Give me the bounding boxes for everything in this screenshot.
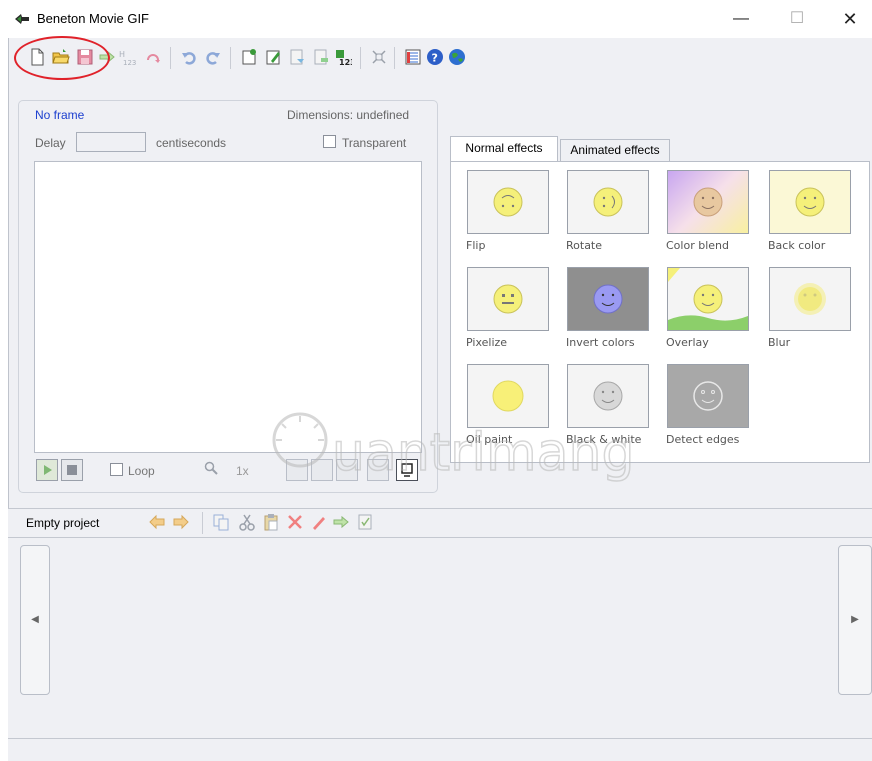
delay-unit-label: centiseconds <box>156 136 227 150</box>
zoom-label: 1x <box>236 464 249 478</box>
frames-strip <box>8 538 872 738</box>
effect-flip[interactable]: Flip <box>466 168 552 264</box>
scroll-left-button[interactable]: ◀ <box>20 545 50 695</box>
help-icon[interactable]: ? <box>426 48 444 66</box>
effect-label: Overlay <box>666 336 709 349</box>
maximize-button[interactable]: ☐ <box>774 2 820 36</box>
frame-dimensions: Dimensions: undefined <box>287 108 410 122</box>
edit-icon[interactable] <box>310 513 328 531</box>
reverse-icon[interactable] <box>144 48 162 66</box>
edit-frame-icon[interactable] <box>264 48 282 66</box>
import-frame-icon[interactable] <box>288 48 306 66</box>
play-icon <box>44 465 52 475</box>
status-bar <box>8 738 872 761</box>
export-frame-icon[interactable] <box>312 48 330 66</box>
loop-checkbox[interactable] <box>110 463 123 476</box>
close-button[interactable]: ✕ <box>827 2 872 36</box>
zoom-icon <box>204 461 218 475</box>
effect-label: Color blend <box>666 239 729 252</box>
app-logo-icon <box>15 14 29 24</box>
transparent-checkbox[interactable] <box>323 135 336 148</box>
window-title: Beneton Movie GIF <box>37 11 149 26</box>
effect-label: Rotate <box>566 239 603 252</box>
loop-label: Loop <box>128 464 155 478</box>
stop-button[interactable] <box>61 459 83 481</box>
effect-color-blend[interactable]: Color blend <box>666 168 752 264</box>
effect-label: Detect edges <box>666 433 740 446</box>
renumber-icon[interactable]: 123 <box>334 48 352 66</box>
project-label: Empty project <box>26 516 100 530</box>
effect-label: Pixelize <box>466 336 508 349</box>
properties-icon[interactable] <box>404 48 422 66</box>
frame-status: No frame <box>35 108 85 122</box>
export-frames-icon[interactable] <box>332 513 350 531</box>
effect-rotate[interactable]: Rotate <box>566 168 652 264</box>
numbered-frames-icon[interactable]: H 123 <box>118 48 136 66</box>
effect-back-color[interactable]: Back color <box>768 168 854 264</box>
effect-blur[interactable]: Blur <box>768 265 854 361</box>
delete-icon[interactable] <box>286 513 304 531</box>
highlight-ellipse <box>14 36 110 80</box>
copy-icon[interactable] <box>212 513 230 531</box>
move-right-icon[interactable] <box>172 513 190 531</box>
effect-invert-colors[interactable]: Invert colors <box>566 265 652 361</box>
resize-icon[interactable] <box>370 48 388 66</box>
watermark: uantrimang <box>272 412 635 484</box>
tab-normal-effects[interactable]: Normal effects <box>450 136 558 162</box>
new-frame-icon[interactable] <box>240 48 258 66</box>
effect-pixelize[interactable]: Pixelize <box>466 265 552 361</box>
paste-icon[interactable] <box>262 513 280 531</box>
svg-text:123: 123 <box>339 58 352 66</box>
watermark-text: uantrimang <box>332 423 634 483</box>
effect-label: Back color <box>768 239 826 252</box>
stop-icon <box>67 465 77 475</box>
effect-label: Flip <box>466 239 486 252</box>
undo-icon[interactable] <box>180 48 198 66</box>
redo-icon[interactable] <box>204 48 222 66</box>
cut-icon[interactable] <box>238 513 256 531</box>
delay-label: Delay <box>35 136 66 150</box>
transparent-label: Transparent <box>342 136 407 150</box>
delay-input[interactable] <box>76 132 146 152</box>
effect-overlay[interactable]: Overlay <box>666 265 752 361</box>
play-button[interactable] <box>36 459 58 481</box>
tab-animated-effects[interactable]: Animated effects <box>560 139 670 161</box>
effect-detect-edges[interactable]: Detect edges <box>666 362 752 458</box>
svg-text:H: H <box>119 50 125 59</box>
project-toolbar <box>8 508 872 538</box>
scroll-right-button[interactable]: ▶ <box>838 545 872 695</box>
web-icon[interactable] <box>448 48 466 66</box>
effect-label: Blur <box>768 336 791 349</box>
check-icon[interactable] <box>356 513 374 531</box>
minimize-button[interactable]: — <box>718 2 764 36</box>
svg-text:?: ? <box>432 52 438 65</box>
move-left-icon[interactable] <box>148 513 166 531</box>
effect-label: Invert colors <box>566 336 635 349</box>
svg-text:123: 123 <box>123 59 136 66</box>
